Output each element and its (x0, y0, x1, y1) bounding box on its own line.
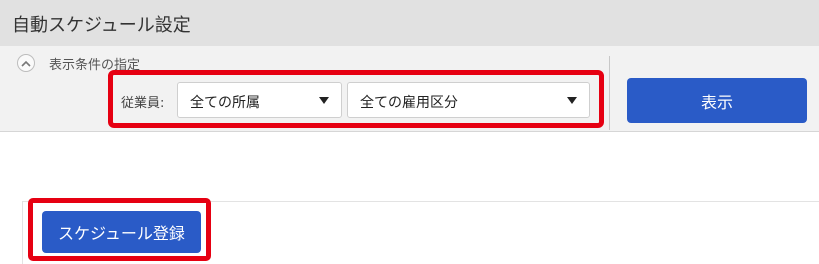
title-bar: 自動スケジュール設定 (0, 0, 819, 46)
employment-type-select-value: 全ての雇用区分 (360, 95, 458, 111)
caret-down-icon (319, 97, 329, 104)
collapse-toggle-button[interactable] (17, 54, 35, 72)
schedule-register-button[interactable]: スケジュール登録 (42, 211, 201, 253)
show-button[interactable]: 表示 (627, 78, 807, 123)
employee-label: 従業員: (121, 96, 165, 111)
department-select[interactable]: 全ての所属 (177, 82, 342, 118)
caret-down-icon (567, 97, 577, 104)
department-select-value: 全ての所属 (190, 95, 260, 111)
page-title: 自動スケジュール設定 (12, 15, 191, 36)
employment-type-select[interactable]: 全ての雇用区分 (347, 82, 590, 118)
chevron-up-icon (21, 60, 31, 67)
divider (609, 56, 610, 130)
